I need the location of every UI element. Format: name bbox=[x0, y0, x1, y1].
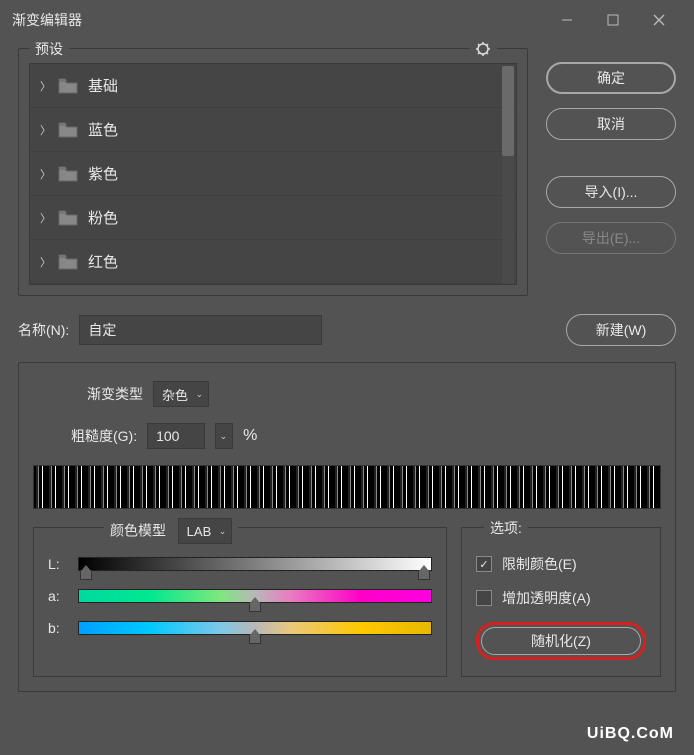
chevron-down-icon: ⌄ bbox=[220, 431, 228, 442]
options-box: 选项: 限制颜色(E) 增加透明度(A) 随机化(Z) bbox=[461, 527, 661, 677]
chevron-down-icon: ⌄ bbox=[219, 526, 227, 537]
export-button[interactable]: 导出(E)... bbox=[546, 222, 676, 254]
preset-label: 蓝色 bbox=[88, 119, 118, 140]
watermark: UiBQ.CoM bbox=[587, 725, 674, 743]
preset-label: 基础 bbox=[88, 75, 118, 96]
roughness-input[interactable] bbox=[147, 423, 205, 449]
presets-list[interactable]: 〉 基础 〉 蓝色 〉 紫色 〉 粉色 bbox=[29, 63, 517, 285]
ok-button[interactable]: 确定 bbox=[546, 62, 676, 94]
presets-fieldset: 预设 〉 基础 〉 蓝色 〉 紫色 bbox=[18, 48, 528, 296]
cancel-button[interactable]: 取消 bbox=[546, 108, 676, 140]
preset-folder-item[interactable]: 〉 基础 bbox=[30, 64, 516, 108]
a-slider[interactable] bbox=[78, 589, 432, 603]
preset-folder-item[interactable]: 〉 粉色 bbox=[30, 196, 516, 240]
scrollbar-thumb[interactable] bbox=[502, 66, 514, 156]
randomize-highlight: 随机化(Z) bbox=[476, 622, 646, 660]
chevron-right-icon: 〉 bbox=[40, 254, 48, 270]
minimize-button[interactable] bbox=[544, 0, 590, 40]
b-slider-thumb[interactable] bbox=[249, 634, 261, 644]
l-slider-max-thumb[interactable] bbox=[418, 570, 430, 580]
close-button[interactable] bbox=[636, 0, 682, 40]
l-slider-label: L: bbox=[48, 556, 68, 572]
l-slider[interactable] bbox=[78, 557, 432, 571]
gradient-type-select[interactable]: 杂色 ⌄ bbox=[153, 381, 209, 407]
restrict-colors-checkbox-row[interactable]: 限制颜色(E) bbox=[476, 554, 646, 574]
folder-icon bbox=[58, 166, 78, 182]
window-controls bbox=[544, 0, 682, 40]
preset-folder-item[interactable]: 〉 红色 bbox=[30, 240, 516, 284]
options-legend: 选项: bbox=[484, 518, 528, 538]
chevron-right-icon: 〉 bbox=[40, 78, 48, 94]
preset-label: 红色 bbox=[88, 251, 118, 272]
roughness-unit: % bbox=[243, 427, 257, 445]
preset-label: 紫色 bbox=[88, 163, 118, 184]
name-input[interactable] bbox=[79, 315, 321, 345]
a-slider-thumb[interactable] bbox=[249, 602, 261, 612]
add-transparency-checkbox-row[interactable]: 增加透明度(A) bbox=[476, 588, 646, 608]
b-slider[interactable] bbox=[78, 621, 432, 635]
chevron-right-icon: 〉 bbox=[40, 122, 48, 138]
chevron-right-icon: 〉 bbox=[40, 166, 48, 182]
a-slider-label: a: bbox=[48, 588, 68, 604]
gradient-preview-bar[interactable] bbox=[33, 465, 661, 509]
new-button[interactable]: 新建(W) bbox=[566, 314, 676, 346]
presets-scrollbar[interactable] bbox=[502, 66, 514, 284]
folder-icon bbox=[58, 210, 78, 226]
preset-folder-item[interactable]: 〉 紫色 bbox=[30, 152, 516, 196]
randomize-button[interactable]: 随机化(Z) bbox=[481, 627, 641, 655]
gradient-type-label: 渐变类型 bbox=[87, 384, 143, 404]
presets-menu-button[interactable] bbox=[469, 41, 497, 62]
gradient-settings-fieldset: 渐变类型 杂色 ⌄ 粗糙度(G): ⌄ % 颜色模型 LAB ⌄ L: bbox=[18, 362, 676, 692]
folder-icon bbox=[58, 78, 78, 94]
preset-folder-item[interactable]: 〉 蓝色 bbox=[30, 108, 516, 152]
l-slider-min-thumb[interactable] bbox=[80, 570, 92, 580]
folder-icon bbox=[58, 254, 78, 270]
restrict-colors-checkbox[interactable] bbox=[476, 556, 492, 572]
folder-icon bbox=[58, 122, 78, 138]
roughness-label: 粗糙度(G): bbox=[71, 426, 137, 446]
chevron-right-icon: 〉 bbox=[40, 210, 48, 226]
name-label: 名称(N): bbox=[18, 320, 69, 340]
add-transparency-checkbox[interactable] bbox=[476, 590, 492, 606]
gear-icon bbox=[475, 41, 491, 57]
maximize-button[interactable] bbox=[590, 0, 636, 40]
roughness-dropdown[interactable]: ⌄ bbox=[215, 423, 233, 449]
b-slider-label: b: bbox=[48, 620, 68, 636]
window-title: 渐变编辑器 bbox=[12, 10, 544, 30]
presets-legend: 预设 bbox=[29, 39, 69, 59]
add-transparency-label: 增加透明度(A) bbox=[502, 588, 591, 608]
color-model-box: 颜色模型 LAB ⌄ L: a: b: bbox=[33, 527, 447, 677]
preset-label: 粉色 bbox=[88, 207, 118, 228]
chevron-down-icon: ⌄ bbox=[195, 389, 203, 400]
color-model-legend: 颜色模型 LAB ⌄ bbox=[104, 518, 238, 544]
restrict-colors-label: 限制颜色(E) bbox=[502, 554, 577, 574]
titlebar: 渐变编辑器 bbox=[0, 0, 694, 40]
import-button[interactable]: 导入(I)... bbox=[546, 176, 676, 208]
color-model-select[interactable]: LAB ⌄ bbox=[178, 518, 233, 544]
